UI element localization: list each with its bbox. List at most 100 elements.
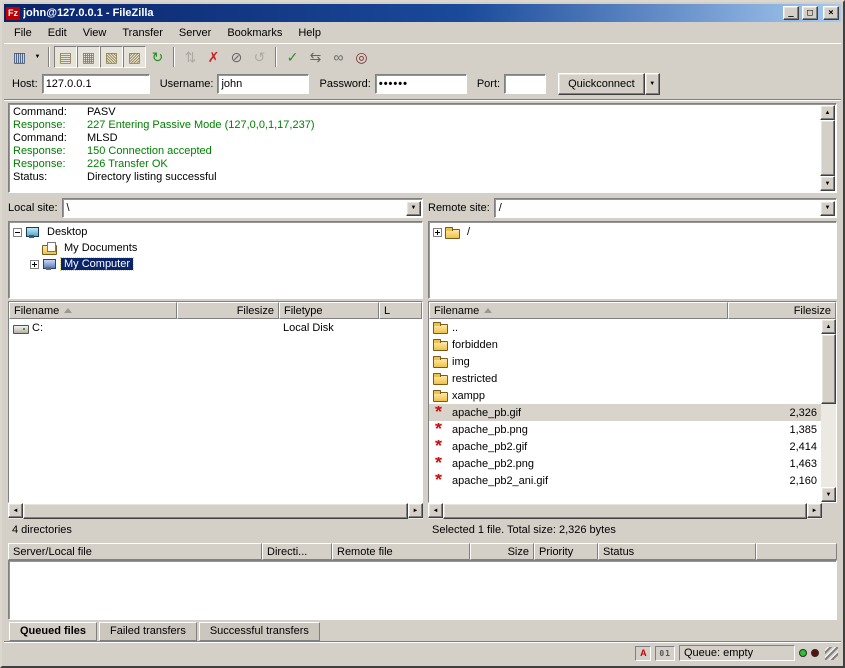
log-line-message: Directory listing successful xyxy=(87,171,217,184)
remote-site-value: / xyxy=(496,202,820,214)
file-name: C: xyxy=(32,322,43,334)
scroll-left-button[interactable]: ◄ xyxy=(428,503,443,518)
toggle-remote-tree-button[interactable]: ▧ xyxy=(100,46,123,68)
site-manager-icon: ▥ xyxy=(13,50,26,64)
disconnect-button[interactable]: ⊘ xyxy=(225,46,248,68)
folder-icon xyxy=(433,355,448,368)
chevron-down-icon[interactable]: ▼ xyxy=(406,201,421,216)
minimize-button[interactable]: _ xyxy=(783,6,799,20)
file-row[interactable]: apache_pb2.gif 2,414 xyxy=(429,438,821,455)
log-scrollbar[interactable]: ▲ ▼ xyxy=(820,105,835,191)
tree-item-desktop[interactable]: Desktop xyxy=(9,224,422,240)
column-priority[interactable]: Priority xyxy=(534,543,598,560)
scroll-right-button[interactable]: ► xyxy=(807,503,822,518)
reconnect-button[interactable]: ↺ xyxy=(248,46,271,68)
quickconnect-dropdown-button[interactable]: ▼ xyxy=(645,73,660,95)
titlebar[interactable]: Fz john@127.0.0.1 - FileZilla _ □ × xyxy=(4,4,841,22)
file-row[interactable]: apache_pb2_ani.gif 2,160 xyxy=(429,472,821,489)
expander-icon[interactable] xyxy=(13,228,22,237)
scrollbar-thumb[interactable] xyxy=(820,120,835,176)
column-direction[interactable]: Directi... xyxy=(262,543,332,560)
process-queue-button[interactable]: ⇅ xyxy=(179,46,202,68)
file-row[interactable]: restricted xyxy=(429,370,821,387)
remote-horizontal-scrollbar[interactable]: ◄ ► xyxy=(428,503,837,519)
scrollbar-track[interactable] xyxy=(821,404,836,487)
password-input[interactable] xyxy=(375,74,467,94)
menu-edit[interactable]: Edit xyxy=(40,25,75,41)
tree-item-my-documents[interactable]: My Documents xyxy=(9,240,422,256)
file-row[interactable]: forbidden xyxy=(429,336,821,353)
scroll-down-button[interactable]: ▼ xyxy=(821,487,836,502)
tab-successful-transfers[interactable]: Successful transfers xyxy=(199,622,320,641)
menu-transfer[interactable]: Transfer xyxy=(114,25,171,41)
scroll-up-button[interactable]: ▲ xyxy=(821,319,836,334)
menu-server[interactable]: Server xyxy=(171,25,219,41)
find-files-button[interactable]: ◎ xyxy=(350,46,373,68)
scroll-left-button[interactable]: ◄ xyxy=(8,503,23,518)
menu-help[interactable]: Help xyxy=(290,25,329,41)
site-manager-button[interactable]: ▥ xyxy=(8,46,31,68)
file-row[interactable]: .. xyxy=(429,319,821,336)
column-filetype[interactable]: Filetype xyxy=(279,302,379,319)
column-status[interactable]: Status xyxy=(598,543,756,560)
menu-file[interactable]: File xyxy=(6,25,40,41)
menu-bookmarks[interactable]: Bookmarks xyxy=(219,25,290,41)
column-filesize[interactable]: Filesize xyxy=(177,302,279,319)
column-last-modified[interactable]: L xyxy=(379,302,422,319)
local-horizontal-scrollbar[interactable]: ◄ ► xyxy=(8,503,423,519)
scrollbar-thumb[interactable] xyxy=(23,503,408,519)
site-manager-dropdown-button[interactable]: ▼ xyxy=(31,46,44,68)
toggle-queue-button[interactable]: ▨ xyxy=(123,46,146,68)
expander-icon[interactable] xyxy=(30,260,39,269)
compare-button[interactable]: ⇆ xyxy=(304,46,327,68)
remote-site-combobox[interactable]: / ▼ xyxy=(494,198,837,218)
tab-failed-transfers[interactable]: Failed transfers xyxy=(99,622,197,641)
local-list-header: Filename Filesize Filetype L xyxy=(9,302,422,319)
resize-grip[interactable] xyxy=(825,647,838,660)
menu-view[interactable]: View xyxy=(75,25,115,41)
main-panes: Local site: \ ▼ Desktop xyxy=(4,195,841,541)
close-button[interactable]: × xyxy=(823,6,839,20)
scroll-up-button[interactable]: ▲ xyxy=(820,105,835,120)
port-input[interactable] xyxy=(504,74,546,94)
scroll-right-button[interactable]: ► xyxy=(408,503,423,518)
column-remote-file[interactable]: Remote file xyxy=(332,543,470,560)
column-filename[interactable]: Filename xyxy=(429,302,728,319)
log-line-type: Status: xyxy=(13,171,87,184)
column-filesize[interactable]: Filesize xyxy=(728,302,836,319)
tree-item-root[interactable]: / xyxy=(429,224,836,240)
scrollbar-thumb[interactable] xyxy=(821,334,836,404)
column-size[interactable]: Size xyxy=(470,543,534,560)
remote-pane: Remote site: / ▼ / xyxy=(428,196,837,541)
log-line-message: PASV xyxy=(87,106,116,119)
expander-icon[interactable] xyxy=(433,228,442,237)
file-row[interactable]: xampp xyxy=(429,387,821,404)
scrollbar-thumb[interactable] xyxy=(443,503,807,519)
remote-status-text: Selected 1 file. Total size: 2,326 bytes xyxy=(428,519,837,541)
file-row[interactable]: apache_pb.png 1,385 xyxy=(429,421,821,438)
maximize-button[interactable]: □ xyxy=(802,6,818,20)
local-site-combobox[interactable]: \ ▼ xyxy=(62,198,423,218)
filter-button[interactable]: ✓ xyxy=(281,46,304,68)
host-input[interactable] xyxy=(42,74,150,94)
toggle-local-tree-button[interactable]: ▦ xyxy=(77,46,100,68)
sync-browsing-button[interactable]: ∞ xyxy=(327,46,350,68)
toggle-message-log-button[interactable]: ▤ xyxy=(54,46,77,68)
tab-queued-files[interactable]: Queued files xyxy=(9,622,97,641)
file-row[interactable]: img xyxy=(429,353,821,370)
file-row[interactable]: C: Local Disk xyxy=(9,319,422,336)
column-filename[interactable]: Filename xyxy=(9,302,177,319)
chevron-down-icon[interactable]: ▼ xyxy=(820,201,835,216)
scroll-down-button[interactable]: ▼ xyxy=(820,176,835,191)
tree-item-my-computer[interactable]: My Computer xyxy=(9,256,422,272)
cancel-button[interactable]: ✗ xyxy=(202,46,225,68)
file-row[interactable]: apache_pb2.png 1,463 xyxy=(429,455,821,472)
file-row[interactable]: apache_pb.gif 2,326 xyxy=(429,404,821,421)
column-server-local-file[interactable]: Server/Local file xyxy=(8,543,262,560)
remote-list-scrollbar[interactable]: ▲ ▼ xyxy=(821,319,836,502)
column-header-label: Remote file xyxy=(337,546,393,558)
file-size: 1,385 xyxy=(713,424,821,436)
username-input[interactable] xyxy=(217,74,309,94)
quickconnect-button[interactable]: Quickconnect xyxy=(558,73,645,95)
refresh-button[interactable]: ↻ xyxy=(146,46,169,68)
